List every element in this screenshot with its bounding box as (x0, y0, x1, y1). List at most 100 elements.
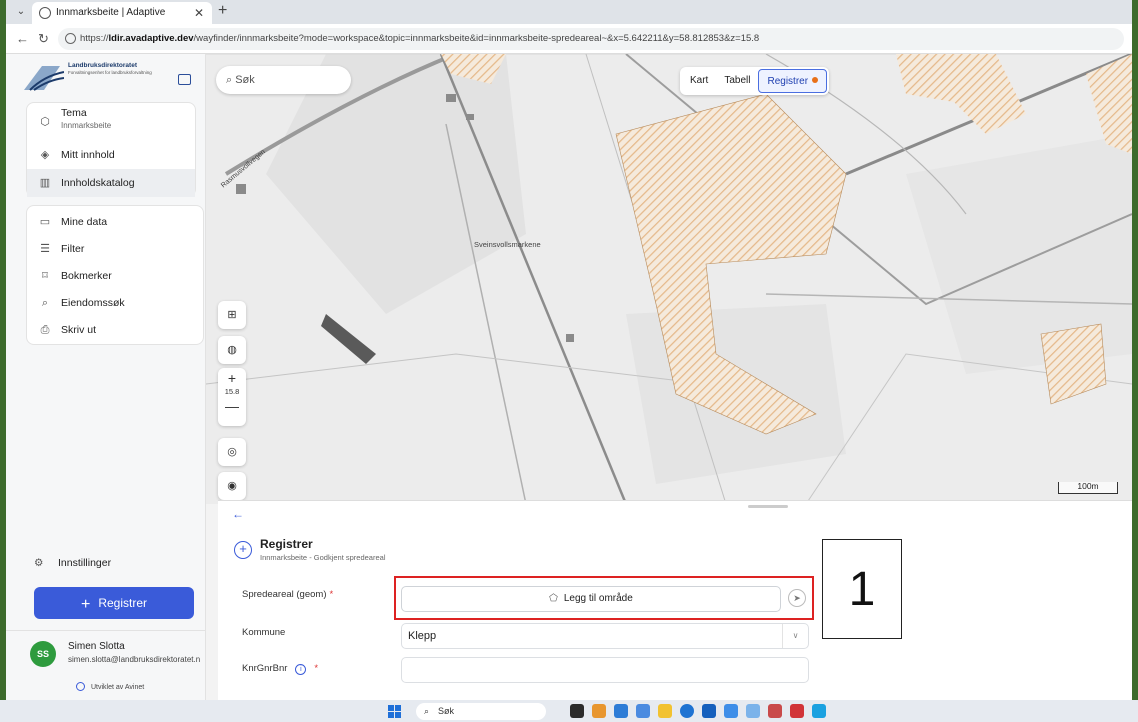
sidebar-item-mitt-innhold[interactable]: ◈ Mitt innhold (27, 141, 195, 169)
search-placeholder: Søk (235, 74, 255, 86)
globe-icon: ◍ (227, 344, 237, 356)
sidebar-item-tema[interactable]: ⬡ Tema Innmarksbeite (27, 103, 195, 141)
collapse-sidebar-icon[interactable] (178, 74, 191, 85)
map-canvas[interactable]: Sveinsvollsmarkene Rasmusvollvegen ⌕ Søk… (206, 54, 1132, 504)
sidebar-item-filter[interactable]: ☰ Filter (27, 235, 203, 263)
sidebar-item-label: Innholdskatalog (61, 177, 135, 189)
logo-mark-icon (24, 66, 64, 91)
file-explorer-icon[interactable] (658, 704, 672, 718)
tab-title: Innmarksbeite | Adaptive (56, 7, 166, 18)
app-icon[interactable] (724, 704, 738, 718)
kommune-select[interactable]: Klepp ∨ (401, 623, 809, 649)
site-info-icon[interactable] (65, 33, 76, 44)
sidebar-item-label: Tema (61, 107, 87, 119)
zoom-control: + 15.8 — (218, 368, 246, 426)
locate-button[interactable]: ◉ (218, 472, 246, 500)
app-icon[interactable] (636, 704, 650, 718)
settings-link[interactable]: ⚙ Innstillinger (34, 557, 111, 569)
zoom-in-button[interactable]: + (218, 370, 246, 386)
user-profile[interactable]: SS Simen Slotta simen.slotta@landbruksdi… (6, 630, 206, 675)
address-bar[interactable]: https://ldir.avadaptive.dev/wayfinder/in… (58, 28, 1124, 50)
tab-kart[interactable]: Kart (682, 69, 716, 93)
app-icon[interactable] (614, 704, 628, 718)
layers-icon: ⬡ (40, 116, 50, 128)
search-input[interactable]: ⌕ Søk (216, 66, 351, 94)
user-email: simen.slotta@landbruksdirektoratet.no (68, 655, 200, 664)
sidebar-item-sublabel: Innmarksbeite (61, 121, 112, 130)
sidebar: Landbruksdirektoratet Forvaltningsenhet … (6, 54, 206, 700)
knrgnrbnr-input[interactable] (401, 657, 809, 683)
map-layers-icon: ⊞ (227, 309, 237, 321)
user-name: Simen Slotta (68, 641, 125, 652)
logo: Landbruksdirektoratet Forvaltningsenhet … (24, 60, 194, 100)
tab-tabell[interactable]: Tabell (716, 69, 758, 93)
gear-icon: ⚙ (34, 557, 44, 569)
logo-title: Landbruksdirektoratet (68, 62, 137, 69)
credit-link[interactable]: Utviklet av Avinet (76, 682, 144, 691)
field-label-kommune: Kommune (242, 627, 286, 638)
app-icon[interactable] (790, 704, 804, 718)
property-search-icon: ⌕ (41, 297, 49, 309)
add-area-button[interactable]: ⬠ Legg til område (401, 586, 781, 612)
3d-icon: ◎ (227, 446, 237, 458)
stack-icon: ◈ (40, 149, 50, 161)
tab-registrer[interactable]: Registrer (758, 69, 828, 93)
skype-icon[interactable] (812, 704, 826, 718)
app-icon[interactable] (746, 704, 760, 718)
map-layers-button[interactable]: ⊞ (218, 301, 246, 329)
panel-subtitle: Innmarksbeite - Godkjent spredeareal (260, 553, 386, 562)
windows-start-icon[interactable] (388, 705, 401, 718)
field-label-knrgnrbnr: KnrGnrBnr i * (242, 663, 318, 675)
kommune-value: Klepp (408, 630, 437, 642)
back-arrow-icon[interactable]: ← (16, 31, 29, 46)
sidebar-item-label: Eiendomssøk (61, 297, 125, 309)
windows-taskbar: ⌕ Søk (0, 700, 1138, 722)
nav-group-primary: ⬡ Tema Innmarksbeite ◈ Mitt innhold ▥ In… (26, 102, 196, 197)
register-button[interactable]: + Registrer (34, 587, 194, 619)
folder-icon: ▭ (39, 216, 51, 228)
navigate-icon[interactable]: ➤ (788, 589, 806, 607)
settings-label: Innstillinger (58, 557, 112, 569)
taskbar-search[interactable]: ⌕ Søk (416, 703, 546, 720)
view-3d-button[interactable]: ◎ (218, 438, 246, 466)
avinet-logo-icon (76, 682, 85, 691)
logo-subtitle: Forvaltningsenhet for landbruksforvaltni… (68, 70, 152, 75)
sidebar-item-innholdskatalog[interactable]: ▥ Innholdskatalog (27, 169, 195, 197)
close-tab-icon[interactable]: ✕ (194, 2, 204, 24)
sidebar-item-eiendomssok[interactable]: ⌕ Eiendomssøk (27, 289, 203, 317)
app-icon[interactable] (702, 704, 716, 718)
browser-window: ⌄ Innmarksbeite | Adaptive ✕ + ← ↻ https… (6, 0, 1132, 700)
basemap-button[interactable]: ◍ (218, 336, 246, 364)
new-tab-icon[interactable]: + (218, 2, 227, 20)
panel-title: Registrer (260, 537, 313, 551)
zoom-out-button[interactable]: — (218, 398, 246, 414)
filter-icon: ☰ (40, 243, 50, 255)
url-prefix: https:// (80, 33, 109, 44)
place-label: Sveinsvollsmarkene (474, 240, 541, 249)
app-icon[interactable] (592, 704, 606, 718)
task-view-icon[interactable] (570, 704, 584, 718)
tab-list-chevron-icon[interactable]: ⌄ (12, 4, 30, 20)
panel-drag-handle[interactable] (748, 505, 788, 508)
info-icon[interactable]: i (295, 664, 307, 675)
credit-label: Utviklet av Avinet (91, 684, 145, 691)
avatar: SS (30, 641, 56, 667)
back-arrow-icon[interactable]: ← (232, 507, 244, 521)
reload-icon[interactable]: ↻ (38, 31, 49, 47)
status-dot (812, 77, 819, 83)
browser-tab[interactable]: Innmarksbeite | Adaptive ✕ (32, 2, 212, 24)
app-icon[interactable] (768, 704, 782, 718)
sidebar-item-skriv-ut[interactable]: ⎙ Skriv ut (27, 316, 203, 344)
sidebar-item-label: Skriv ut (61, 324, 97, 336)
sidebar-item-mine-data[interactable]: ▭ Mine data (27, 208, 203, 236)
nav-group-tools: ▭ Mine data ☰ Filter ⌑ Bokmerker ⌕ Eiend… (26, 205, 204, 345)
plus-icon: + (80, 596, 91, 613)
field-label-text: Spredeareal (geom) (242, 589, 327, 600)
sidebar-item-label: Filter (61, 243, 85, 255)
edge-icon[interactable] (680, 704, 694, 718)
step-callout: 1 (822, 539, 902, 639)
sidebar-item-bokmerker[interactable]: ⌑ Bokmerker (27, 262, 203, 290)
browser-tab-strip: ⌄ Innmarksbeite | Adaptive ✕ + (6, 0, 1132, 24)
add-area-label: Legg til område (563, 593, 633, 604)
search-icon: ⌕ (226, 74, 236, 86)
